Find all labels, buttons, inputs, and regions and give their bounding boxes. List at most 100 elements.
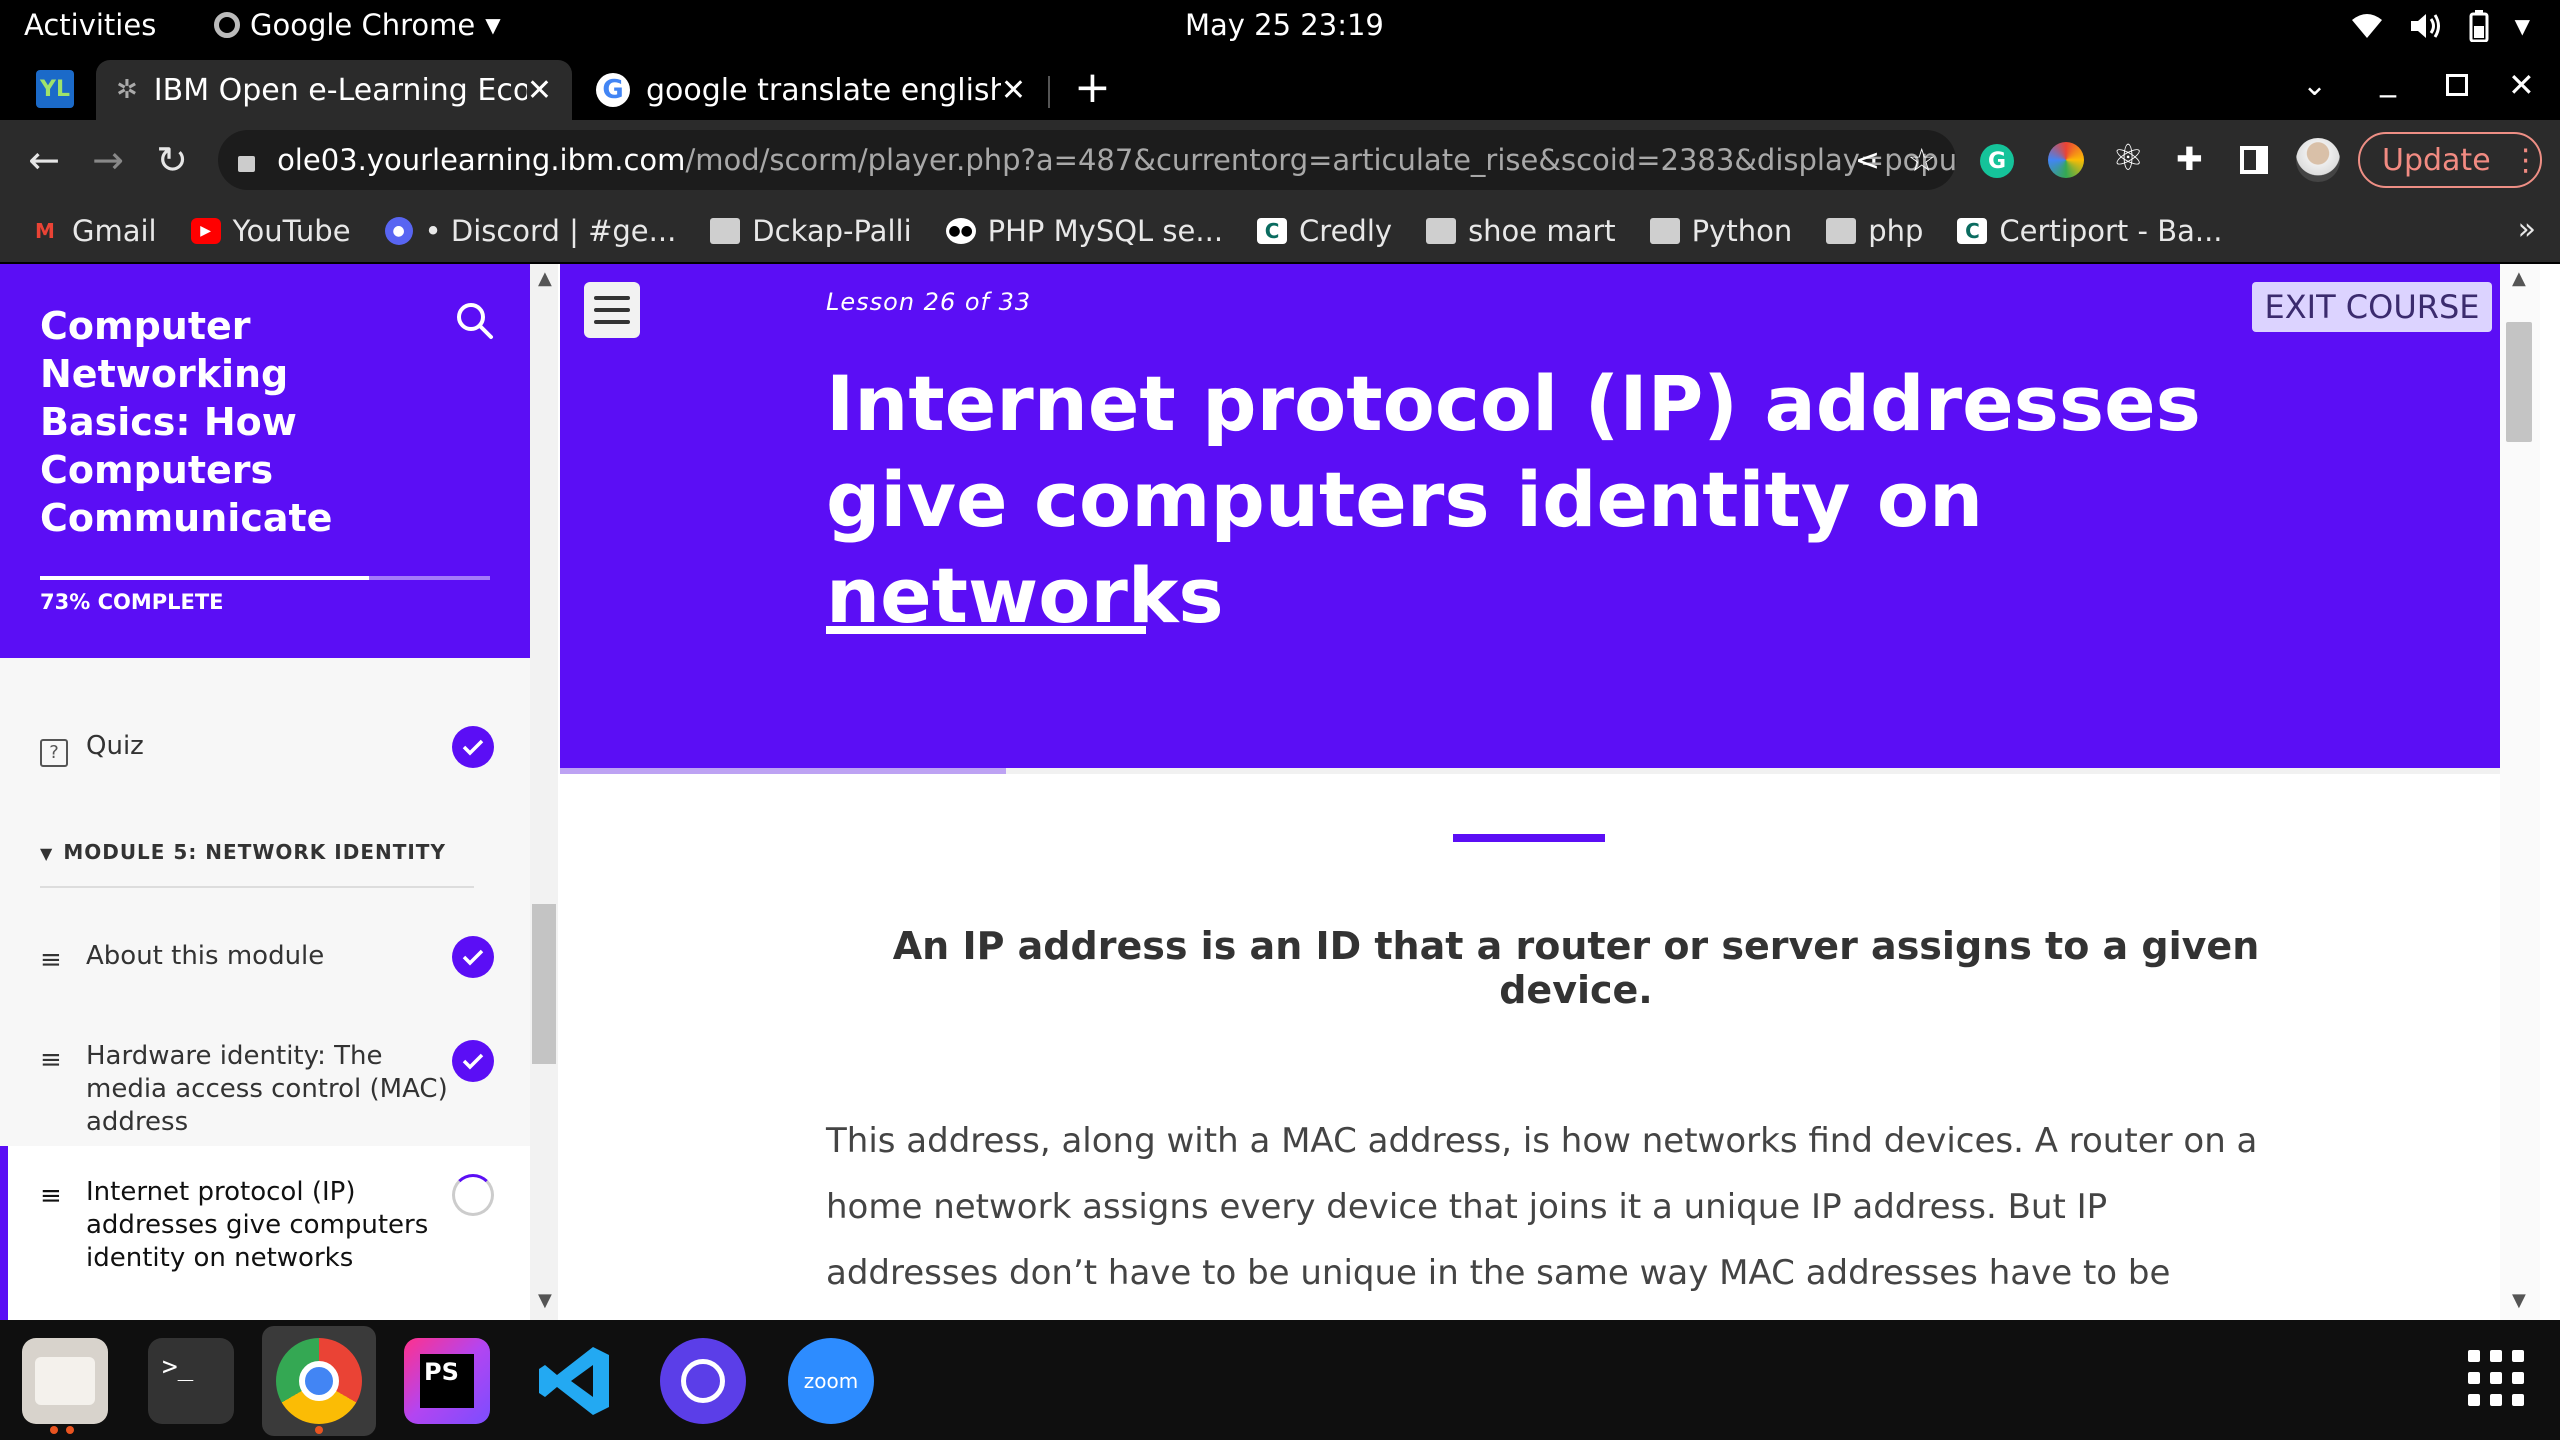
credly-icon: C [1257,218,1288,244]
bookmark-certiport[interactable]: C Certiport - Ba... [1957,214,2223,248]
side-panel-icon[interactable] [2240,146,2268,174]
extensions-icon[interactable]: ✚ [2176,140,2203,178]
menu-button[interactable] [584,282,640,338]
grammarly-icon[interactable]: G [1980,144,2014,178]
new-tab-button[interactable]: + [1074,62,1111,113]
chrome-app-icon [214,12,240,38]
body-paragraph: This address, along with a MAC address, … [826,1121,2258,1320]
bookmark-gmail[interactable]: M Gmail [30,214,157,248]
forward-icon[interactable]: → [82,134,134,186]
module-header[interactable]: ▼ MODULE 5: NETWORK IDENTITY [40,840,446,864]
scroll-down-icon[interactable]: ▼ [538,1290,552,1311]
chevron-down-icon: ▼ [40,844,54,863]
screen-recorder-app-icon[interactable] [660,1338,746,1424]
clock[interactable]: May 25 23:19 [1185,8,1384,42]
scroll-up-icon[interactable]: ▲ [538,268,552,289]
course-sidebar: Computer Networking Basics: How Computer… [0,264,558,1320]
phpstorm-app-icon[interactable]: PS [404,1338,490,1424]
tab-separator [1048,76,1050,108]
close-window-icon[interactable]: ✕ [2508,66,2535,104]
bookmarks-bar: M Gmail ▶ YouTube ● • Discord | #ge... Dcka… [0,200,2560,262]
avatar[interactable] [2296,138,2340,182]
address-bar[interactable]: ole03.yourlearning.ibm.com /mod/scorm/pl… [218,130,1956,190]
sidebar-item-label: About this module [86,941,325,971]
star-icon[interactable]: ☆ [1907,141,1936,179]
restore-icon[interactable] [2446,74,2468,96]
color-picker-icon[interactable] [2048,142,2084,178]
page-viewport: Computer Networking Basics: How Computer… [0,264,2560,1320]
back-icon[interactable]: ← [18,134,70,186]
app-menu[interactable]: Google Chrome ▼ [214,8,501,42]
reload-icon[interactable]: ↻ [146,134,198,186]
sidebar-scrollbar[interactable]: ▲ ▼ [530,264,558,1320]
chrome-app-icon[interactable] [276,1338,362,1424]
bookmark-label: php [1868,214,1924,248]
bookmarks-overflow-icon[interactable]: » [2518,212,2536,247]
course-title: Computer Networking Basics: How Computer… [40,304,333,540]
scroll-down-icon[interactable]: ▼ [2512,1290,2526,1311]
bookmark-shoe-mart[interactable]: shoe mart [1426,214,1616,248]
update-label: Update [2382,142,2491,178]
scrollbar-thumb[interactable] [532,904,556,1064]
activities-button[interactable]: Activities [24,8,156,42]
close-icon[interactable]: ✕ [527,73,552,108]
quiz-icon: ? [40,730,86,767]
tab-search-icon[interactable]: ⌄ [2302,68,2327,103]
hamburger-icon [594,296,630,300]
bookmark-discord[interactable]: ● • Discord | #ge... [384,214,676,248]
bookmark-label: PHP MySQL se... [987,214,1224,248]
running-indicator [50,1426,76,1434]
page-scrollbar[interactable]: ▲ ▼ [2500,264,2540,1320]
bookmark-label: shoe mart [1468,214,1616,248]
tab-ibm-learning[interactable]: ✲ IBM Open e-Learning Ecos ✕ [96,60,572,120]
scrollbar-thumb[interactable] [2506,322,2532,442]
minimize-icon[interactable]: _ [2380,60,2396,98]
discord-icon: ● [384,217,413,245]
chevron-down-icon: ▼ [485,13,501,37]
bookmark-php-mysql[interactable]: ●● PHP MySQL se... [945,214,1224,248]
terminal-app-icon[interactable]: >_ [148,1338,234,1424]
tab-google-translate[interactable]: G google translate english t ✕ [576,60,1046,120]
vscode-app-icon[interactable] [532,1338,618,1424]
zoom-app-icon[interactable]: zoom [788,1338,874,1424]
bookmark-php[interactable]: php [1826,214,1923,248]
title-underline [826,626,1146,634]
system-tray[interactable]: ▼ [2351,10,2530,42]
react-devtools-icon[interactable]: ⚛ [2112,138,2144,179]
module-label: MODULE 5: NETWORK IDENTITY [63,840,446,864]
bookmark-label: Python [1691,214,1793,248]
files-app-icon[interactable] [22,1338,108,1424]
chevron-down-icon: ▼ [2514,14,2530,38]
bookmark-credly[interactable]: C Credly [1257,214,1392,248]
lesson-text-icon: ≡ [40,1045,62,1075]
sidebar-item-quiz[interactable]: ? Quiz [0,730,530,767]
bookmark-label: Credly [1299,214,1393,248]
certiport-icon: C [1957,218,1988,244]
battery-icon [2469,10,2489,42]
tab-title: IBM Open e-Learning Ecos [153,72,527,108]
sidebar-item-about-module[interactable]: ≡ About this module [0,940,530,977]
course-progress-fill [40,576,369,580]
bookmark-youtube[interactable]: ▶ YouTube [190,214,351,248]
update-button[interactable]: Update ⋮ [2358,132,2542,188]
sidebar-header: Computer Networking Basics: How Computer… [0,264,530,658]
course-progress-bar [40,576,490,580]
volume-icon [2410,14,2440,38]
bookmark-dckap-palli[interactable]: Dckap-Palli [710,214,912,248]
complete-check-icon [452,726,494,768]
lesson-main: Lesson 26 of 33 EXIT COURSE Internet pro… [560,264,2500,1320]
show-apps-icon[interactable] [2468,1350,2524,1406]
share-icon[interactable]: ⋖ [1855,143,1880,178]
lock-icon[interactable] [238,156,256,172]
sidebar-item-mac-address[interactable]: ≡ Hardware identity: The media access co… [0,1040,530,1139]
sidebar-item-ip-addresses[interactable]: ≡ Internet protocol (IP) addresses give … [0,1176,530,1275]
search-icon[interactable] [452,298,496,342]
google-favicon: G [596,73,630,107]
scroll-up-icon[interactable]: ▲ [2512,268,2526,289]
yourlearning-favicon[interactable]: YL [36,70,74,108]
bookmark-python[interactable]: Python [1649,214,1793,248]
close-icon[interactable]: ✕ [1001,73,1026,108]
url-host: ole03.yourlearning.ibm.com [277,143,686,177]
exit-course-button[interactable]: EXIT COURSE [2252,282,2492,332]
wifi-icon [2351,14,2382,38]
